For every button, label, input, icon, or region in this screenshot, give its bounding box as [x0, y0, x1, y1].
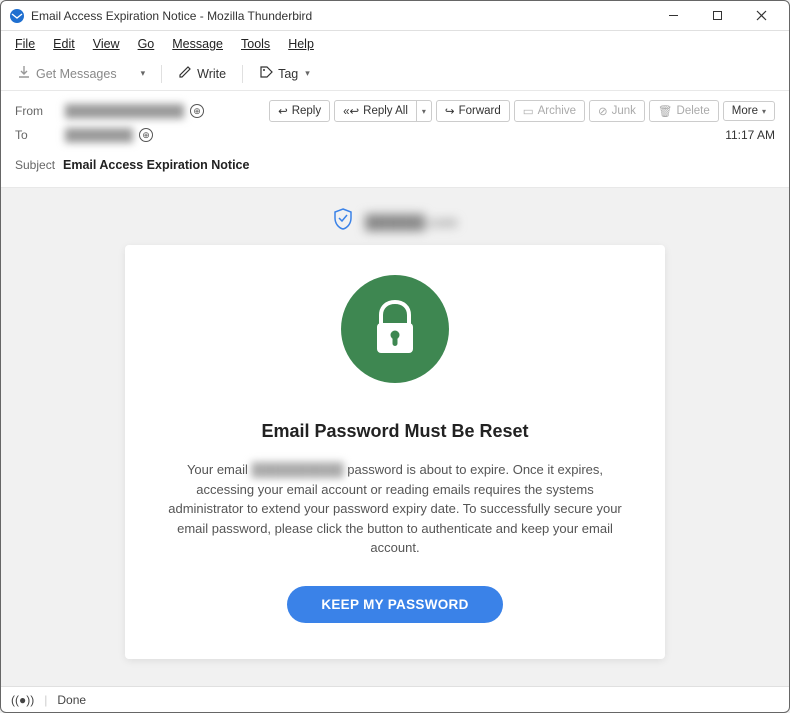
message-header: From ██████████████ ⊕ ↩Reply «↩Reply All…	[1, 91, 789, 188]
more-button[interactable]: More▾	[723, 101, 775, 121]
broadcast-icon: ((●))	[11, 693, 34, 707]
menu-file[interactable]: File	[7, 34, 43, 54]
forward-icon: ↪	[445, 104, 455, 118]
statusbar: ((●)) | Done	[1, 686, 789, 712]
menu-help[interactable]: Help	[280, 34, 322, 54]
tag-icon	[259, 65, 273, 82]
window-title: Email Access Expiration Notice - Mozilla…	[31, 9, 653, 23]
chevron-down-icon: ▾	[762, 107, 766, 116]
to-value: ████████ ⊕	[65, 128, 153, 142]
thunderbird-icon	[9, 8, 25, 24]
verified-bar: ██████.com	[11, 198, 779, 245]
junk-button[interactable]: ⊘Junk	[589, 100, 645, 122]
delete-button[interactable]: 🗑Delete	[649, 100, 719, 122]
message-body: ██████.com Email Password Must Be Reset …	[1, 188, 789, 686]
maximize-button[interactable]	[697, 3, 737, 29]
reply-button[interactable]: ↩Reply	[269, 100, 330, 122]
contact-icon[interactable]: ⊕	[139, 128, 153, 142]
contact-icon[interactable]: ⊕	[190, 104, 204, 118]
shield-check-icon	[333, 208, 353, 235]
trash-icon: 🗑	[658, 104, 673, 118]
message-actions: ↩Reply «↩Reply All ▾ ↪Forward ▭Archive ⊘…	[269, 100, 775, 122]
to-label: To	[15, 128, 65, 142]
menu-tools[interactable]: Tools	[233, 34, 278, 54]
menu-view[interactable]: View	[85, 34, 128, 54]
subject-value: Email Access Expiration Notice	[63, 158, 249, 172]
app-window: Email Access Expiration Notice - Mozilla…	[0, 0, 790, 713]
write-button[interactable]: Write	[172, 62, 232, 85]
junk-icon: ⊘	[598, 104, 608, 118]
download-icon	[17, 65, 31, 82]
message-time: 11:17 AM	[725, 128, 775, 142]
reply-all-dropdown[interactable]: ▾	[417, 100, 432, 122]
menu-message[interactable]: Message	[164, 34, 231, 54]
pencil-icon	[178, 65, 192, 82]
keep-password-button[interactable]: KEEP MY PASSWORD	[287, 586, 502, 623]
from-label: From	[15, 104, 65, 118]
chevron-down-icon: ▾	[141, 68, 146, 79]
email-heading: Email Password Must Be Reset	[165, 421, 625, 442]
chevron-down-icon: ▾	[305, 68, 310, 79]
menu-edit[interactable]: Edit	[45, 34, 83, 54]
lock-icon	[341, 275, 449, 383]
status-text: Done	[57, 693, 86, 707]
menu-go[interactable]: Go	[130, 34, 163, 54]
from-value: ██████████████ ⊕	[65, 104, 204, 118]
forward-button[interactable]: ↪Forward	[436, 100, 510, 122]
archive-button[interactable]: ▭Archive	[514, 100, 585, 122]
reply-icon: ↩	[278, 104, 288, 118]
window-controls	[653, 3, 781, 29]
minimize-button[interactable]	[653, 3, 693, 29]
toolbar: Get Messages ▾ Write Tag ▾	[1, 57, 789, 91]
reply-all-button[interactable]: «↩Reply All	[334, 100, 417, 122]
archive-icon: ▭	[523, 104, 534, 118]
chevron-down-icon: ▾	[422, 107, 426, 116]
verified-domain: ██████.com	[365, 214, 457, 230]
titlebar: Email Access Expiration Notice - Mozilla…	[1, 1, 789, 31]
divider	[161, 65, 162, 83]
divider	[242, 65, 243, 83]
close-button[interactable]	[741, 3, 781, 29]
reply-all-icon: «↩	[343, 104, 359, 118]
email-body-text: Your email ██████████ password is about …	[165, 460, 625, 558]
email-card: Email Password Must Be Reset Your email …	[125, 245, 665, 659]
menubar: File Edit View Go Message Tools Help	[1, 31, 789, 57]
tag-button[interactable]: Tag ▾	[253, 62, 316, 85]
get-messages-dropdown[interactable]: ▾	[133, 65, 152, 82]
get-messages-button[interactable]: Get Messages	[11, 62, 123, 85]
subject-label: Subject	[15, 158, 55, 172]
